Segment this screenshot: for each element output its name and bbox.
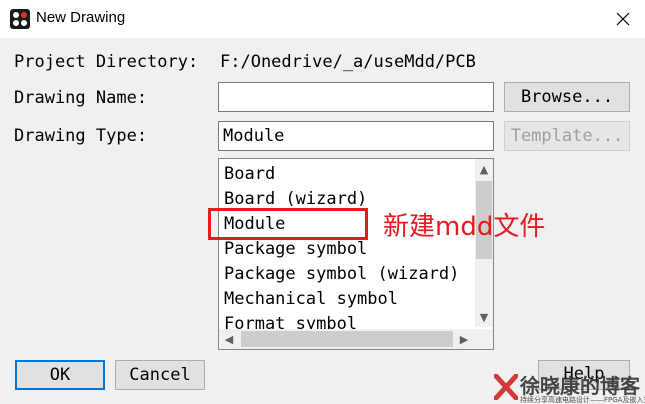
- drawing-name-input[interactable]: [218, 82, 494, 112]
- vertical-scrollbar[interactable]: ▲ ▼: [475, 159, 493, 327]
- scroll-down-icon[interactable]: ▼: [475, 308, 493, 326]
- window-title: New Drawing: [36, 9, 126, 26]
- orcad-app-icon: [10, 9, 30, 29]
- close-icon: [616, 12, 629, 26]
- cancel-button[interactable]: Cancel: [115, 360, 205, 390]
- list-item-board[interactable]: Board: [224, 162, 275, 186]
- horizontal-scroll-thumb[interactable]: [241, 331, 453, 347]
- drawing-type-label: Drawing Type:: [14, 126, 148, 146]
- blog-watermark: 徐晓康的博客 持续分享高速电路设计——FPGA及嵌入式开发技术: [490, 370, 645, 404]
- horizontal-scrollbar[interactable]: ◀ ▶: [219, 329, 475, 349]
- scroll-left-icon[interactable]: ◀: [220, 330, 238, 348]
- title-bar: New Drawing: [0, 0, 645, 38]
- drawing-type-field[interactable]: Module: [218, 121, 494, 151]
- annotation-highlight-box: [208, 208, 368, 240]
- scrollbar-corner: [475, 329, 493, 349]
- scroll-up-icon[interactable]: ▲: [475, 160, 493, 178]
- watermark-logo-icon: [494, 374, 518, 400]
- drawing-name-label: Drawing Name:: [14, 88, 148, 108]
- list-item-package-symbol-wizard[interactable]: Package symbol (wizard): [224, 262, 459, 286]
- watermark-subtitle: 持续分享高速电路设计——FPGA及嵌入式开发技术: [520, 396, 645, 404]
- drawing-type-list[interactable]: Board Board (wizard) Module Package symb…: [218, 158, 494, 350]
- project-directory-label: Project Directory:: [14, 52, 199, 72]
- annotation-text: 新建mdd文件: [383, 212, 546, 242]
- scroll-right-icon[interactable]: ▶: [455, 330, 473, 348]
- template-button: Template...: [504, 121, 630, 151]
- list-item-package-symbol[interactable]: Package symbol: [224, 237, 367, 261]
- list-item-mechanical-symbol[interactable]: Mechanical symbol: [224, 287, 398, 311]
- ok-button[interactable]: OK: [15, 360, 105, 390]
- close-button[interactable]: [600, 0, 645, 38]
- browse-button[interactable]: Browse...: [504, 82, 630, 112]
- project-directory-value: F:/Onedrive/_a/useMdd/PCB: [220, 52, 476, 72]
